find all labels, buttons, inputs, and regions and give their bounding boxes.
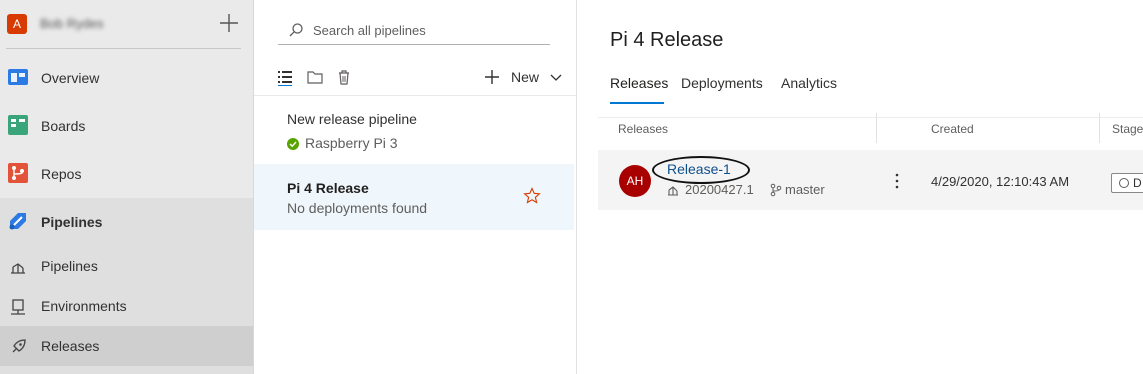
nav-item-overview[interactable]: Overview	[0, 58, 253, 98]
rocket-pipelines-icon	[11, 263, 25, 274]
pipelines-section: Pipelines Pipelines Environments Release…	[0, 198, 253, 374]
build-icon	[668, 186, 678, 196]
more-options-icon[interactable]	[894, 172, 900, 190]
created-timestamp: 4/29/2020, 12:10:43 AM	[931, 174, 1070, 189]
pipelines-icon	[9, 213, 26, 230]
branch-icon	[770, 183, 782, 197]
organization-name[interactable]: Bob Rydes	[40, 16, 104, 31]
annotation-circle	[652, 156, 750, 184]
stage-name: D	[1133, 176, 1142, 190]
nav-sub-label: Releases	[41, 338, 100, 354]
trash-icon[interactable]	[335, 68, 353, 86]
boards-icon	[8, 115, 28, 135]
search-placeholder: Search all pipelines	[313, 23, 426, 38]
search-icon	[289, 23, 303, 37]
column-header-stages[interactable]: Stages	[1112, 122, 1143, 136]
release-row[interactable]: AH Release-1 20200427.1 master 4/29/2020…	[598, 150, 1143, 210]
nav-item-label: Repos	[41, 166, 82, 182]
stage-pending-icon	[1119, 178, 1129, 188]
nav-sub-pipelines[interactable]: Pipelines	[0, 246, 253, 286]
column-divider	[1099, 113, 1100, 143]
nav-sub-releases[interactable]: Releases	[0, 326, 253, 366]
tab-releases[interactable]: Releases	[610, 75, 668, 105]
nav-item-label: Boards	[41, 118, 86, 134]
pipeline-status: No deployments found	[287, 200, 428, 216]
column-header-created[interactable]: Created	[931, 122, 974, 136]
left-navigation: A Bob Rydes Overview Boards Repos Pipeli…	[0, 0, 254, 374]
pipeline-name: New release pipeline	[287, 111, 417, 127]
add-icon[interactable]	[218, 12, 240, 34]
star-icon[interactable]	[523, 187, 541, 205]
nav-item-label: Pipelines	[41, 214, 103, 230]
avatar: AH	[619, 165, 651, 197]
release-detail-panel: Pi 4 Release Releases Deployments Analyt…	[578, 0, 1143, 374]
success-check-icon	[287, 138, 299, 150]
pipeline-status: Raspberry Pi 3	[305, 135, 398, 151]
divider	[254, 95, 576, 96]
environments-icon	[11, 299, 25, 315]
overview-icon	[8, 69, 28, 85]
rocket-icon	[12, 339, 26, 353]
page-title: Pi 4 Release	[610, 29, 724, 51]
active-tab-indicator	[610, 102, 664, 104]
chevron-down-icon	[550, 74, 562, 81]
pipeline-name: Pi 4 Release	[287, 180, 369, 196]
stage-status-badge[interactable]: D	[1111, 173, 1143, 193]
divider	[598, 117, 1143, 118]
new-pipeline-button[interactable]: New	[483, 67, 563, 87]
divider	[6, 48, 241, 49]
nav-item-repos[interactable]: Repos	[0, 154, 253, 194]
list-view-icon[interactable]	[276, 68, 294, 86]
nav-item-label: Overview	[41, 70, 100, 86]
nav-sub-environments[interactable]: Environments	[0, 286, 253, 326]
plus-icon	[485, 70, 499, 84]
branch-name: master	[785, 182, 825, 197]
tab-analytics[interactable]: Analytics	[781, 75, 837, 105]
pipeline-list-panel: Search all pipelines New New release pip…	[254, 0, 577, 374]
nav-item-boards[interactable]: Boards	[0, 106, 253, 146]
repos-icon	[8, 163, 28, 183]
column-divider	[876, 113, 877, 143]
folder-view-icon[interactable]	[306, 68, 324, 86]
organization-header[interactable]: A Bob Rydes	[0, 0, 254, 48]
organization-avatar: A	[7, 14, 27, 34]
build-number: 20200427.1	[685, 182, 754, 197]
tab-deployments[interactable]: Deployments	[681, 75, 763, 105]
pipeline-list-item-selected[interactable]: Pi 4 Release No deployments found	[254, 164, 574, 230]
pipeline-list-item[interactable]: New release pipeline Raspberry Pi 3	[254, 99, 574, 165]
nav-item-pipelines[interactable]: Pipelines	[0, 202, 253, 242]
nav-sub-label: Environments	[41, 298, 127, 314]
new-button-label: New	[511, 69, 540, 85]
column-header-releases[interactable]: Releases	[618, 122, 668, 136]
search-input[interactable]: Search all pipelines	[278, 19, 550, 45]
nav-sub-label: Pipelines	[41, 258, 98, 274]
